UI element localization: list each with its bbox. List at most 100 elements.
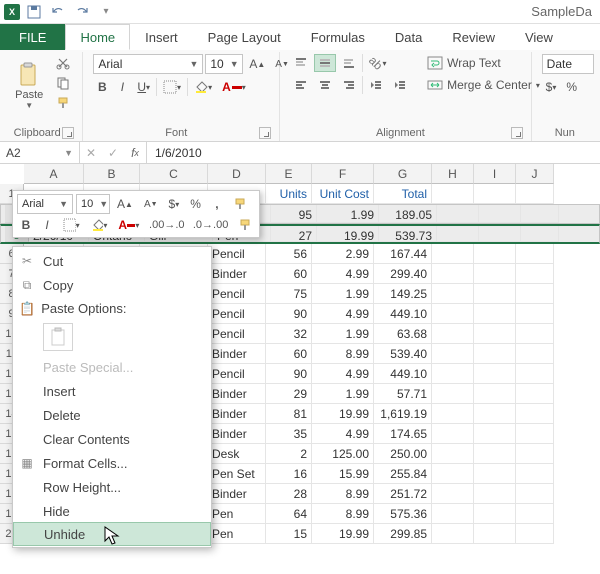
ctx-delete[interactable]: Delete bbox=[13, 403, 211, 427]
cell[interactable] bbox=[516, 524, 554, 544]
cell[interactable]: 63.68 bbox=[374, 324, 432, 344]
mini-format-painter[interactable] bbox=[234, 216, 255, 234]
cell[interactable] bbox=[432, 364, 474, 384]
number-format-select[interactable]: Date bbox=[542, 54, 594, 74]
col-header-J[interactable]: J bbox=[516, 164, 554, 184]
cell[interactable] bbox=[437, 205, 479, 223]
cell[interactable]: Binder bbox=[208, 404, 266, 424]
col-header-C[interactable]: C bbox=[140, 164, 208, 184]
align-center-button[interactable] bbox=[314, 76, 336, 94]
cell[interactable]: 19.99 bbox=[312, 404, 374, 424]
mini-font-color[interactable]: A▾ bbox=[114, 216, 143, 234]
ctx-clear-contents[interactable]: Clear Contents bbox=[13, 427, 211, 451]
cut-button[interactable] bbox=[52, 54, 74, 72]
cell[interactable]: Binder bbox=[208, 424, 266, 444]
cell[interactable]: 4.99 bbox=[312, 364, 374, 384]
col-header-A[interactable]: A bbox=[24, 164, 84, 184]
cell[interactable]: 1.99 bbox=[317, 205, 379, 223]
cell[interactable] bbox=[516, 404, 554, 424]
underline-button[interactable]: U▾ bbox=[133, 78, 154, 96]
tab-formulas[interactable]: Formulas bbox=[296, 24, 380, 50]
cell[interactable] bbox=[516, 244, 554, 264]
currency-button[interactable]: $▾ bbox=[542, 78, 561, 96]
col-header-B[interactable]: B bbox=[84, 164, 140, 184]
tab-page-layout[interactable]: Page Layout bbox=[193, 24, 296, 50]
undo-button[interactable] bbox=[48, 2, 68, 22]
cell[interactable]: 1.99 bbox=[312, 284, 374, 304]
cell[interactable]: 167.44 bbox=[374, 244, 432, 264]
cell[interactable] bbox=[432, 424, 474, 444]
wrap-text-button[interactable]: Wrap Text bbox=[423, 54, 543, 72]
cell[interactable]: 8.99 bbox=[312, 344, 374, 364]
cell[interactable]: 1.99 bbox=[312, 384, 374, 404]
cell[interactable] bbox=[432, 464, 474, 484]
cell[interactable] bbox=[474, 344, 516, 364]
ctx-cut[interactable]: ✂Cut bbox=[13, 249, 211, 273]
cell[interactable]: 8.99 bbox=[312, 484, 374, 504]
formula-input[interactable]: 1/6/2010 bbox=[147, 142, 600, 163]
cell[interactable]: 255.84 bbox=[374, 464, 432, 484]
cell[interactable]: 4.99 bbox=[312, 264, 374, 284]
cell[interactable] bbox=[432, 264, 474, 284]
col-header-G[interactable]: G bbox=[374, 164, 432, 184]
mini-painter[interactable] bbox=[229, 195, 251, 213]
ctx-insert[interactable]: Insert bbox=[13, 379, 211, 403]
cell[interactable] bbox=[516, 504, 554, 524]
cell[interactable]: 28 bbox=[266, 484, 312, 504]
cell[interactable] bbox=[437, 226, 479, 242]
cell[interactable]: Pencil bbox=[208, 304, 266, 324]
cell[interactable] bbox=[432, 504, 474, 524]
cell[interactable]: 19.99 bbox=[312, 524, 374, 544]
cell[interactable]: Pen bbox=[208, 524, 266, 544]
mini-font-family[interactable]: Arial▼ bbox=[17, 194, 73, 214]
cell[interactable]: 189.05 bbox=[379, 205, 437, 223]
cell[interactable]: 575.36 bbox=[374, 504, 432, 524]
tab-home[interactable]: Home bbox=[65, 24, 130, 50]
cell[interactable] bbox=[516, 384, 554, 404]
cell[interactable]: 27 bbox=[271, 226, 317, 242]
cell[interactable] bbox=[432, 404, 474, 424]
paste-button[interactable]: Paste ▼ bbox=[12, 54, 46, 116]
align-left-button[interactable] bbox=[290, 76, 312, 94]
mini-inc-decimal[interactable]: .0→.00 bbox=[190, 216, 231, 234]
col-header-F[interactable]: F bbox=[312, 164, 374, 184]
cell[interactable]: Desk bbox=[208, 444, 266, 464]
increase-indent-button[interactable] bbox=[389, 76, 411, 94]
borders-button[interactable]: ▾ bbox=[159, 78, 185, 96]
tab-data[interactable]: Data bbox=[380, 24, 437, 50]
cell[interactable] bbox=[474, 464, 516, 484]
cell[interactable]: Pencil bbox=[208, 324, 266, 344]
cell[interactable]: 64 bbox=[266, 504, 312, 524]
cell[interactable] bbox=[432, 184, 474, 204]
cell[interactable]: 449.10 bbox=[374, 304, 432, 324]
mini-currency[interactable]: $▾ bbox=[165, 195, 184, 213]
orientation-button[interactable]: ab▾ bbox=[365, 54, 390, 72]
cell[interactable] bbox=[516, 364, 554, 384]
cell[interactable]: 90 bbox=[266, 364, 312, 384]
ctx-format-cells[interactable]: ▦Format Cells... bbox=[13, 451, 211, 475]
cell[interactable]: Binder bbox=[208, 384, 266, 404]
ctx-hide[interactable]: Hide bbox=[13, 499, 211, 523]
mini-inc-font[interactable]: A▲ bbox=[113, 195, 137, 213]
cell[interactable]: 174.65 bbox=[374, 424, 432, 444]
cell[interactable] bbox=[521, 205, 559, 223]
cell[interactable]: 8.99 bbox=[312, 504, 374, 524]
cell[interactable]: Pencil bbox=[208, 364, 266, 384]
mini-fill-color[interactable]: ▾ bbox=[87, 216, 112, 234]
align-bottom-button[interactable] bbox=[338, 54, 360, 72]
column-headers[interactable]: ABCDEFGHIJ bbox=[24, 164, 600, 184]
italic-button[interactable]: I bbox=[113, 78, 131, 96]
cell[interactable]: 56 bbox=[266, 244, 312, 264]
cell[interactable] bbox=[432, 524, 474, 544]
align-right-button[interactable] bbox=[338, 76, 360, 94]
percent-button[interactable]: % bbox=[562, 78, 581, 96]
cancel-fx-button[interactable]: ✕ bbox=[80, 144, 102, 162]
cell[interactable]: Binder bbox=[208, 344, 266, 364]
mini-italic[interactable]: I bbox=[38, 216, 56, 234]
cell[interactable]: 2 bbox=[266, 444, 312, 464]
cell[interactable] bbox=[516, 344, 554, 364]
cell[interactable]: 299.40 bbox=[374, 264, 432, 284]
redo-button[interactable] bbox=[72, 2, 92, 22]
cell[interactable] bbox=[432, 444, 474, 464]
cell[interactable] bbox=[516, 304, 554, 324]
